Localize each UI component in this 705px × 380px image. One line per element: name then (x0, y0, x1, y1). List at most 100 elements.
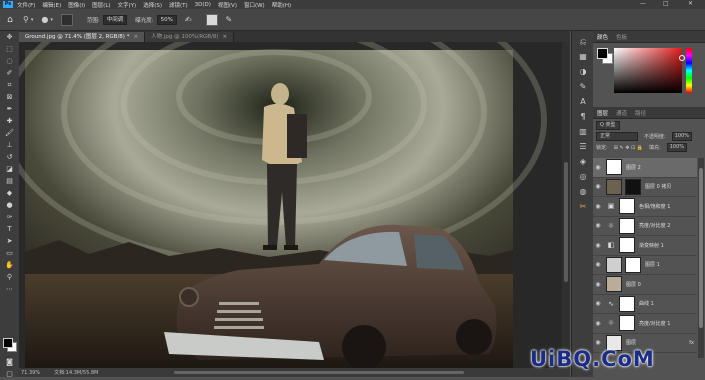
dodge-tool-icon[interactable]: ● (0, 199, 19, 211)
menu-filter[interactable]: 滤镜(T) (169, 1, 188, 9)
menu-image[interactable]: 图像(I) (68, 1, 85, 9)
blend-mode-dropdown[interactable]: 正常 (596, 132, 638, 141)
history-brush-tool-icon[interactable]: ↺ (0, 151, 19, 163)
libraries-panel-icon[interactable]: ☰ (572, 139, 594, 154)
visibility-eye-icon[interactable]: ◉ (593, 222, 603, 229)
tab-layers[interactable]: 图层 (593, 109, 612, 117)
maximize-button[interactable]: □ (663, 0, 669, 7)
quick-mask-icon[interactable]: ◙ (0, 356, 19, 368)
layers-scrollbar[interactable] (698, 158, 704, 358)
lasso-tool-icon[interactable]: ◌ (0, 55, 19, 67)
close-icon[interactable]: × (223, 34, 228, 40)
tab-swatches[interactable]: 色板 (612, 33, 631, 41)
layer-row[interactable]: ◉ 图层 1 (593, 256, 697, 275)
visibility-eye-icon[interactable]: ◉ (593, 261, 603, 268)
tab-paths[interactable]: 路径 (631, 109, 650, 117)
menu-window[interactable]: 窗口(W) (244, 1, 265, 9)
canvas-horizontal-scrollbar[interactable] (174, 371, 464, 374)
menu-type[interactable]: 文字(Y) (118, 1, 137, 9)
pressure-size-button[interactable]: ✎ (226, 15, 233, 24)
brush-settings-button[interactable] (60, 13, 73, 26)
channels-panel-icon[interactable]: ◈ (572, 154, 594, 169)
brush-tool-icon[interactable]: 🖌 (0, 127, 19, 139)
layer-effects-icon[interactable]: fx (689, 340, 694, 346)
visibility-eye-icon[interactable]: ◉ (593, 203, 603, 210)
menu-edit[interactable]: 编辑(E) (42, 1, 61, 9)
tab-channels[interactable]: 通道 (612, 109, 631, 117)
lock-icons[interactable]: ⊞ ✎ ✥ ⊡ 🔒 (614, 145, 643, 151)
visibility-eye-icon[interactable]: ◉ (593, 320, 603, 327)
layer-kind-filter[interactable]: Q 类型 (596, 121, 620, 130)
type-tool-icon[interactable]: T (0, 223, 19, 235)
pen-tool-icon[interactable]: ✑ (0, 211, 19, 223)
layer-row[interactable]: ◉ ∿ 曲线 1 (593, 295, 697, 314)
visibility-eye-icon[interactable]: ◉ (593, 281, 603, 288)
fill-input[interactable]: 100% (666, 143, 688, 152)
more-tools-icon[interactable]: ⋯ (0, 283, 19, 295)
layer-row[interactable]: ◉ ▣ 色相/饱和度 1 (593, 197, 697, 217)
scrollbar-thumb[interactable] (564, 162, 568, 282)
close-icon[interactable]: × (133, 34, 138, 40)
foreground-color-swatch[interactable] (3, 338, 13, 348)
character-panel-icon[interactable]: A (572, 94, 594, 109)
brushes-panel-icon[interactable]: ✎ (572, 79, 594, 94)
blur-tool-icon[interactable]: ◆ (0, 187, 19, 199)
screen-mode-icon[interactable]: ▢ (0, 368, 19, 380)
path-selection-tool-icon[interactable]: ➤ (0, 235, 19, 247)
layer-row[interactable]: ◉ 图层 0 (593, 275, 697, 295)
layer-row[interactable]: ◉ ◧ 渐变映射 1 (593, 236, 697, 256)
properties-panel-icon[interactable]: ▦ (572, 49, 594, 64)
visibility-eye-icon[interactable]: ◉ (593, 339, 603, 346)
menu-view[interactable]: 视图(V) (218, 1, 237, 9)
visibility-eye-icon[interactable]: ◉ (593, 242, 603, 249)
zoom-level[interactable]: 71.39% (21, 370, 40, 376)
adjustments-panel-icon[interactable]: ◑ (572, 64, 594, 79)
layer-row[interactable]: ◉ ☼ 亮度/对比度 1 (593, 314, 697, 334)
foreground-color-swatch[interactable] (597, 48, 608, 59)
paths-panel-icon[interactable]: ◎ (572, 169, 594, 184)
clone-stamp-tool-icon[interactable]: ⊥ (0, 139, 19, 151)
menu-layer[interactable]: 图层(L) (92, 1, 110, 9)
paragraph-panel-icon[interactable]: ¶ (572, 109, 594, 124)
move-tool-icon[interactable]: ✥ (0, 31, 19, 43)
hand-tool-icon[interactable]: ✋ (0, 259, 19, 271)
styles-panel-icon[interactable]: ◍ (572, 184, 594, 199)
range-dropdown[interactable]: 中间调 (102, 14, 128, 25)
close-button[interactable]: ✕ (688, 0, 693, 7)
rectangle-tool-icon[interactable]: ▭ (0, 247, 19, 259)
visibility-eye-icon[interactable]: ◉ (593, 183, 603, 190)
layer-row[interactable]: ◉ ☼ 亮度/对比度 2 (593, 217, 697, 236)
canvas-vertical-scrollbar[interactable] (562, 42, 570, 368)
swatches-panel-icon[interactable]: ▥ (572, 124, 594, 139)
minimize-button[interactable]: — (640, 0, 646, 7)
scrollbar-thumb[interactable] (699, 168, 703, 328)
tab-ground[interactable]: Ground.jpg @ 71.4% (图层 2, RGB/8) * × (19, 32, 146, 42)
opacity-input[interactable]: 100% (671, 132, 692, 141)
menu-file[interactable]: 文件(F) (17, 1, 35, 9)
history-panel-icon[interactable]: ⎌ (572, 34, 594, 49)
marquee-tool-icon[interactable]: ⬚ (0, 43, 19, 55)
menu-select[interactable]: 选择(S) (143, 1, 162, 9)
document-canvas[interactable] (19, 42, 570, 368)
zoom-tool-icon[interactable]: ⚲ (0, 271, 19, 283)
eyedropper-tool-icon[interactable]: ✒ (0, 103, 19, 115)
gradient-tool-icon[interactable]: ▤ (0, 175, 19, 187)
menu-3d[interactable]: 3D(D) (195, 2, 211, 8)
exposure-input[interactable]: 50% (156, 14, 177, 25)
tool-preset-picker[interactable]: ⚲ ▾ (23, 15, 33, 24)
protect-tones-checkbox[interactable] (205, 13, 218, 26)
hue-slider[interactable] (686, 48, 692, 93)
eraser-tool-icon[interactable]: ◪ (0, 163, 19, 175)
visibility-eye-icon[interactable]: ◉ (593, 164, 603, 171)
layer-row[interactable]: ◉ 图层 0 拷贝 (593, 178, 697, 197)
tab-color[interactable]: 颜色 (593, 33, 612, 41)
quick-select-tool-icon[interactable]: ✐ (0, 67, 19, 79)
airbrush-button[interactable]: ✍ (185, 15, 192, 24)
tools-panel-icon[interactable]: ✂ (572, 199, 594, 214)
crop-tool-icon[interactable]: ⌗ (0, 79, 19, 91)
home-button[interactable]: ⌂ (5, 15, 15, 25)
brush-size-picker[interactable]: ● ▾ (41, 15, 53, 24)
menu-help[interactable]: 帮助(H) (272, 1, 291, 9)
visibility-eye-icon[interactable]: ◉ (593, 300, 603, 307)
layer-row[interactable]: ◉ 图层 2 (593, 158, 697, 178)
